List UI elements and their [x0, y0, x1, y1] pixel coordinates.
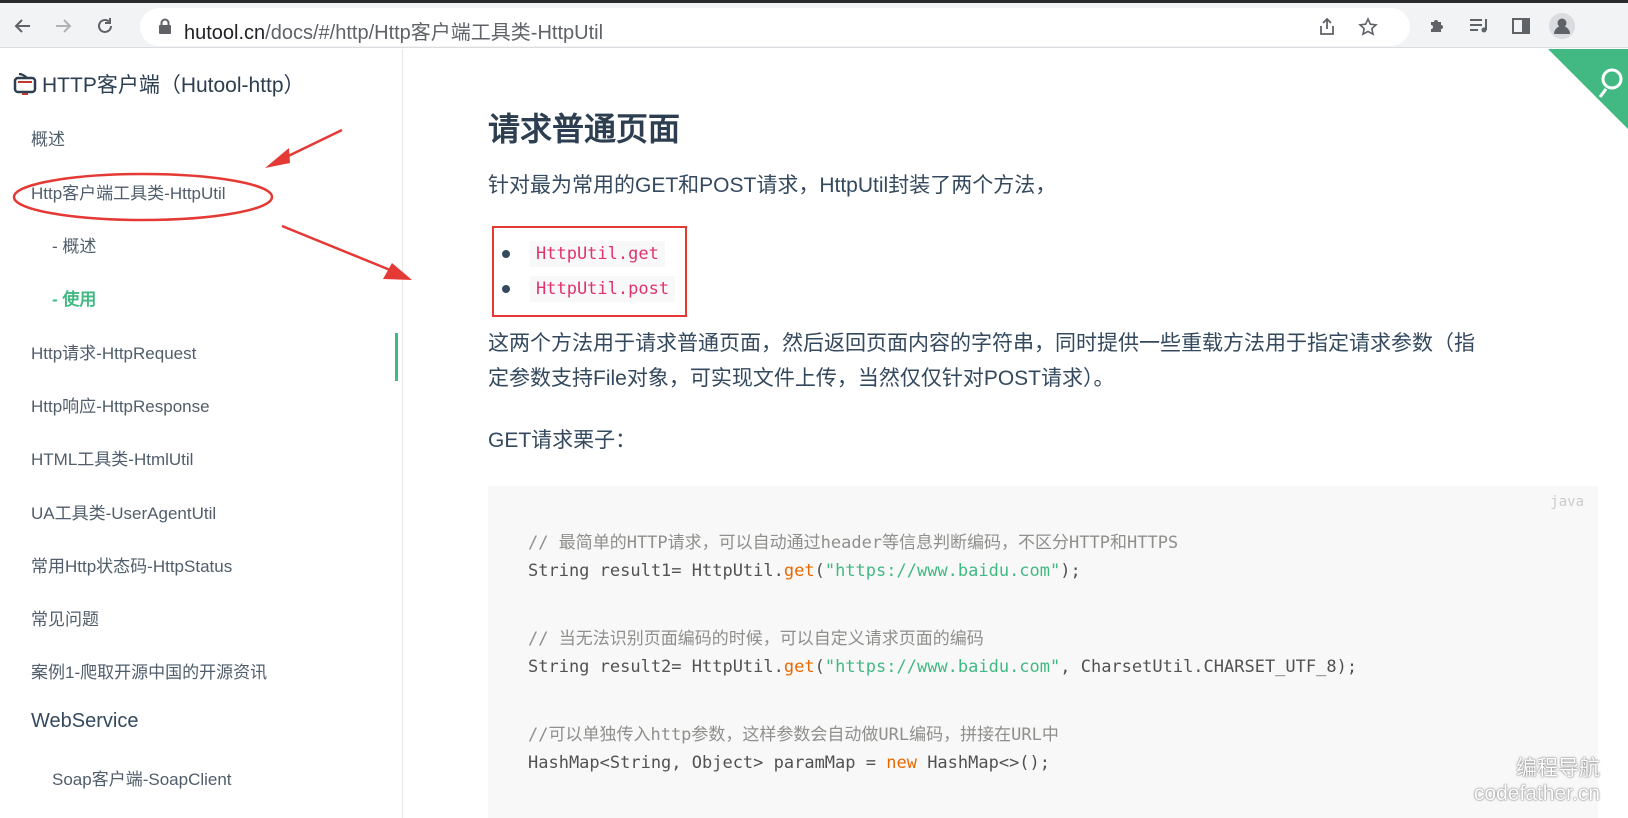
sidebar-subitem-usage[interactable]: - 使用 [52, 285, 96, 310]
code-text: String result2= HttpUtil. [528, 657, 784, 677]
sidebar-nav: HTTP客户端（Hutool-http） 概述 Http客户端工具类-HttpU… [0, 49, 403, 818]
url-host: hutool.cn [184, 22, 266, 44]
annotation-highlight-box: HttpUtil.get HttpUtil.post [492, 226, 687, 317]
sidebar-item-httpresponse[interactable]: Http响应-HttpResponse [31, 392, 210, 417]
side-panel-button[interactable] [1504, 9, 1538, 43]
sidebar-item-httputil[interactable]: Http客户端工具类-HttpUtil [31, 179, 226, 204]
code-text: HashMap<String, Object> paramMap = [528, 753, 887, 773]
watermark-title: 编程导航 [1516, 757, 1600, 780]
intro-paragraph: 针对最为常用的GET和POST请求，HttpUtil封装了两个方法， [488, 174, 1057, 197]
sidebar-item-case1[interactable]: 案例1-爬取开源中国的开源资讯 [31, 658, 267, 683]
sidebar-title[interactable]: HTTP客户端（Hutool-http） [12, 69, 305, 99]
code-line: String result1= HttpUtil.get("https://ww… [528, 561, 1081, 581]
sidebar-item-faq[interactable]: 常见问题 [31, 605, 99, 630]
arrow-left-icon [14, 19, 30, 33]
share-icon[interactable] [1312, 12, 1342, 42]
method-post-code: HttpUtil.post [530, 276, 676, 302]
bullet-icon [502, 285, 510, 293]
code-text: ( [814, 657, 825, 677]
browser-toolbar: hutool.cn/docs/#/http/Http客户端工具类-HttpUti… [0, 0, 1628, 48]
code-line: //可以单独传入http参数，这样参数会自动做URL编码，拼接在URL中 [528, 720, 1059, 745]
reload-button[interactable] [88, 9, 122, 43]
sidebar-item-httpstatus[interactable]: 常用Http状态码-HttpStatus [31, 552, 232, 577]
example-label: GET请求栗子： [488, 429, 637, 452]
code-text: , CharsetUtil.CHARSET_UTF_8); [1060, 657, 1358, 677]
forward-button[interactable] [46, 9, 80, 43]
watermark-url: codefather.cn [1473, 782, 1600, 805]
method-get-code: HttpUtil.get [530, 241, 665, 267]
list-item: HttpUtil.post [502, 276, 676, 302]
extensions-button[interactable] [1420, 9, 1454, 43]
code-comment: // 当无法识别页面编码的时候，可以自定义请求页面的编码 [528, 629, 984, 649]
code-language-label: java [1550, 494, 1584, 510]
puzzle-icon [1431, 20, 1443, 32]
url-text: hutool.cn/docs/#/http/Http客户端工具类-HttpUti… [184, 16, 603, 45]
sidebar-item-useragentutil[interactable]: UA工具类-UserAgentUtil [31, 499, 216, 524]
list-item: HttpUtil.get [502, 241, 665, 267]
code-keyword: new [886, 753, 917, 773]
code-line: String result2= HttpUtil.get("https://ww… [528, 657, 1357, 677]
active-indicator-bar [395, 333, 398, 381]
back-button[interactable] [6, 9, 40, 43]
main-content: 请求普通页面 针对最为常用的GET和POST请求，HttpUtil封装了两个方法… [404, 49, 1628, 818]
profile-button[interactable] [1545, 9, 1579, 43]
reload-icon [98, 18, 112, 33]
code-method: get [783, 657, 815, 677]
sidebar-item-htmlutil[interactable]: HTML工具类-HtmlUtil [31, 445, 193, 470]
section-heading: 请求普通页面 [488, 111, 681, 147]
description-line-1: 这两个方法用于请求普通页面，然后返回页面内容的字符串，同时提供一些重载方法用于指… [488, 332, 1475, 355]
github-corner-icon[interactable] [1548, 49, 1628, 129]
sidebar-item-httprequest[interactable]: Http请求-HttpRequest [31, 339, 196, 364]
reading-list-button[interactable] [1462, 9, 1496, 43]
bullet-icon [502, 250, 510, 258]
description-line-2: 定参数支持File对象，可实现文件上传，当然仅仅针对POST请求）。 [488, 367, 1115, 390]
sidebar-item-overview[interactable]: 概述 [31, 125, 65, 150]
code-text: String result1= HttpUtil. [528, 561, 784, 581]
code-method: get [783, 561, 815, 581]
code-line: // 最简单的HTTP请求，可以自动通过header等信息判断编码，不区分HTT… [528, 528, 1178, 553]
playlist-icon [1470, 19, 1487, 33]
code-line: HashMap<String, Object> paramMap = new H… [528, 753, 1050, 773]
hutool-logo-icon [13, 72, 37, 95]
code-text: ( [814, 561, 825, 581]
code-string: "https://www.baidu.com" [824, 657, 1061, 677]
sidebar-title-text: HTTP客户端（Hutool-http） [42, 74, 305, 97]
address-bar[interactable]: hutool.cn/docs/#/http/Http客户端工具类-HttpUti… [140, 8, 1410, 46]
avatar-icon [1549, 13, 1575, 39]
lock-icon [159, 18, 171, 34]
sidebar-subitem-overview[interactable]: - 概述 [52, 232, 96, 257]
sidebar-subitem-soapclient[interactable]: Soap客户端-SoapClient [52, 765, 232, 790]
sidebar-section-webservice[interactable]: WebService [31, 710, 138, 733]
url-path: /docs/#/http/Http客户端工具类-HttpUtil [265, 22, 604, 44]
code-block[interactable]: java // 最简单的HTTP请求，可以自动通过header等信息判断编码，不… [488, 486, 1598, 818]
bookmark-star-icon[interactable] [1353, 12, 1383, 42]
arrow-right-icon [56, 19, 72, 33]
side-panel-icon [1512, 18, 1530, 34]
code-line: // 当无法识别页面编码的时候，可以自定义请求页面的编码 [528, 624, 984, 649]
code-string: "https://www.baidu.com" [824, 561, 1061, 581]
code-comment: //可以单独传入http参数，这样参数会自动做URL编码，拼接在URL中 [528, 725, 1059, 745]
code-text: HashMap<>(); [916, 753, 1051, 773]
code-comment: // 最简单的HTTP请求，可以自动通过header等信息判断编码，不区分HTT… [528, 533, 1179, 553]
code-text: ); [1060, 561, 1081, 581]
